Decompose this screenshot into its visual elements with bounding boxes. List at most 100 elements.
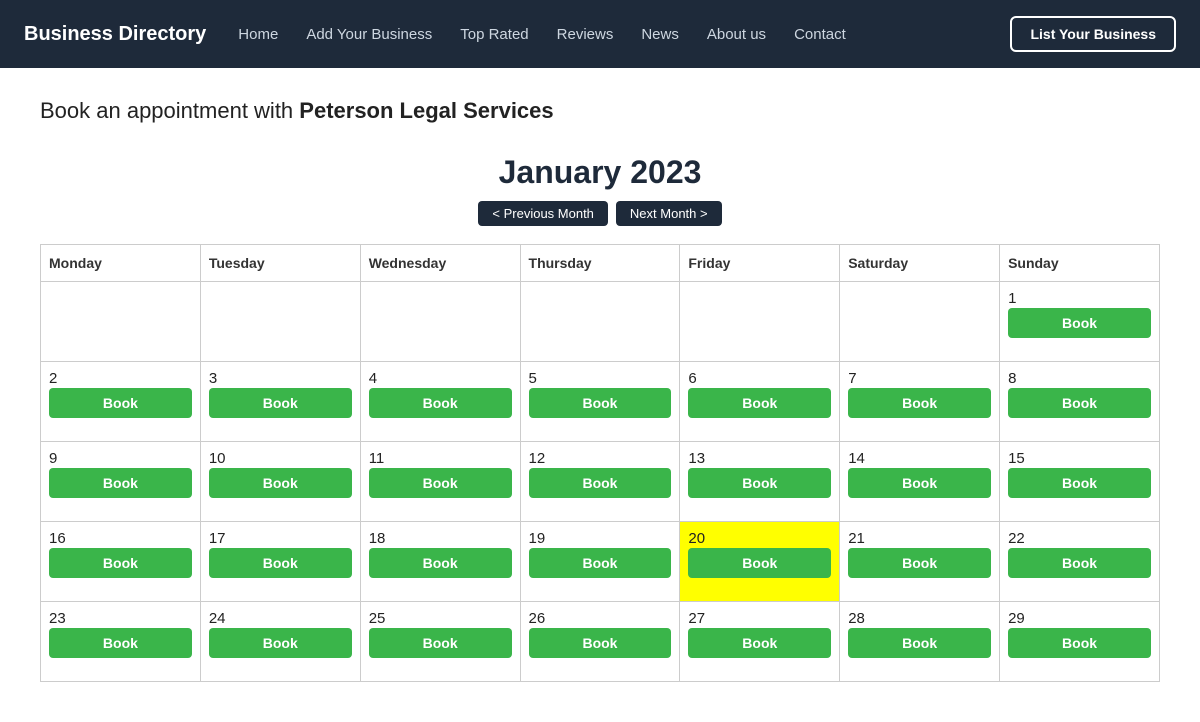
book-button-day-24[interactable]: Book: [209, 628, 352, 658]
book-button-day-22[interactable]: Book: [1008, 548, 1151, 578]
calendar-cell: 3Book: [200, 362, 360, 442]
cell-day-number: 25: [369, 610, 386, 627]
book-button-day-6[interactable]: Book: [688, 388, 831, 418]
book-button-day-3[interactable]: Book: [209, 388, 352, 418]
cell-day-number: 20: [688, 530, 705, 547]
cell-day-number: 9: [49, 450, 57, 467]
calendar-nav: < Previous Month Next Month >: [40, 201, 1160, 226]
calendar-cell: 20Book: [680, 522, 840, 602]
cell-day-number: 14: [848, 450, 865, 467]
calendar-cell: [360, 282, 520, 362]
calendar-cell: 15Book: [1000, 442, 1160, 522]
calendar-row-1: 2Book3Book4Book5Book6Book7Book8Book: [41, 362, 1160, 442]
calendar-cell: 28Book: [840, 602, 1000, 682]
next-month-button[interactable]: Next Month >: [616, 201, 722, 226]
book-button-day-18[interactable]: Book: [369, 548, 512, 578]
book-button-day-29[interactable]: Book: [1008, 628, 1151, 658]
nav-link-add-your-business[interactable]: Add Your Business: [306, 26, 432, 43]
calendar-row-2: 9Book10Book11Book12Book13Book14Book15Boo…: [41, 442, 1160, 522]
calendar-cell: 5Book: [520, 362, 680, 442]
cell-day-number: 17: [209, 530, 226, 547]
cell-day-number: 21: [848, 530, 865, 547]
book-button-day-19[interactable]: Book: [529, 548, 672, 578]
nav-links: Home Add Your Business Top Rated Reviews New…: [238, 26, 1010, 43]
calendar-cell: 21Book: [840, 522, 1000, 602]
cal-header-saturday: Saturday: [840, 245, 1000, 282]
book-button-day-25[interactable]: Book: [369, 628, 512, 658]
calendar-cell: 7Book: [840, 362, 1000, 442]
book-button-day-23[interactable]: Book: [49, 628, 192, 658]
calendar-cell: 22Book: [1000, 522, 1160, 602]
calendar-row-4: 23Book24Book25Book26Book27Book28Book29Bo…: [41, 602, 1160, 682]
book-button-day-9[interactable]: Book: [49, 468, 192, 498]
book-button-day-5[interactable]: Book: [529, 388, 672, 418]
prev-month-button[interactable]: < Previous Month: [478, 201, 608, 226]
calendar-cell: [680, 282, 840, 362]
calendar-cell: 13Book: [680, 442, 840, 522]
book-button-day-12[interactable]: Book: [529, 468, 672, 498]
calendar-cell: 10Book: [200, 442, 360, 522]
book-button-day-1[interactable]: Book: [1008, 308, 1151, 338]
cell-day-number: 7: [848, 370, 856, 387]
book-button-day-7[interactable]: Book: [848, 388, 991, 418]
cell-day-number: 3: [209, 370, 217, 387]
book-button-day-8[interactable]: Book: [1008, 388, 1151, 418]
calendar-header-row: MondayTuesdayWednesdayThursdayFridaySatu…: [41, 245, 1160, 282]
calendar-cell: 19Book: [520, 522, 680, 602]
cell-day-number: 18: [369, 530, 386, 547]
calendar-cell: 17Book: [200, 522, 360, 602]
cell-day-number: 8: [1008, 370, 1016, 387]
cell-day-number: 6: [688, 370, 696, 387]
cell-day-number: 2: [49, 370, 57, 387]
nav-link-contact[interactable]: Contact: [794, 26, 846, 43]
cal-header-monday: Monday: [41, 245, 201, 282]
calendar-cell: 4Book: [360, 362, 520, 442]
book-button-day-11[interactable]: Book: [369, 468, 512, 498]
book-button-day-28[interactable]: Book: [848, 628, 991, 658]
calendar-cell: [520, 282, 680, 362]
cell-day-number: 5: [529, 370, 537, 387]
cell-day-number: 15: [1008, 450, 1025, 467]
nav-link-top-rated[interactable]: Top Rated: [460, 26, 528, 43]
cal-header-thursday: Thursday: [520, 245, 680, 282]
calendar-cell: 24Book: [200, 602, 360, 682]
cell-day-number: 23: [49, 610, 66, 627]
nav-link-news[interactable]: News: [641, 26, 679, 43]
page-title: Book an appointment with Peterson Legal …: [40, 98, 1160, 124]
calendar-cell: [840, 282, 1000, 362]
book-button-day-21[interactable]: Book: [848, 548, 991, 578]
book-button-day-13[interactable]: Book: [688, 468, 831, 498]
book-button-day-2[interactable]: Book: [49, 388, 192, 418]
calendar-cell: 12Book: [520, 442, 680, 522]
cell-day-number: 11: [369, 450, 385, 467]
cell-day-number: 26: [529, 610, 546, 627]
book-button-day-16[interactable]: Book: [49, 548, 192, 578]
cal-header-sunday: Sunday: [1000, 245, 1160, 282]
book-button-day-26[interactable]: Book: [529, 628, 672, 658]
book-button-day-15[interactable]: Book: [1008, 468, 1151, 498]
book-button-day-20[interactable]: Book: [688, 548, 831, 578]
book-button-day-14[interactable]: Book: [848, 468, 991, 498]
cal-header-wednesday: Wednesday: [360, 245, 520, 282]
calendar-thead: MondayTuesdayWednesdayThursdayFridaySatu…: [41, 245, 1160, 282]
nav-link-home[interactable]: Home: [238, 26, 278, 43]
nav-link-reviews[interactable]: Reviews: [557, 26, 614, 43]
calendar-cell: 26Book: [520, 602, 680, 682]
book-button-day-17[interactable]: Book: [209, 548, 352, 578]
cell-day-number: 27: [688, 610, 705, 627]
page-content: Book an appointment with Peterson Legal …: [20, 68, 1180, 722]
book-button-day-4[interactable]: Book: [369, 388, 512, 418]
calendar-cell: 29Book: [1000, 602, 1160, 682]
cell-day-number: 22: [1008, 530, 1025, 547]
book-button-day-10[interactable]: Book: [209, 468, 352, 498]
calendar-cell: 23Book: [41, 602, 201, 682]
list-your-business-button[interactable]: List Your Business: [1010, 16, 1176, 52]
book-button-day-27[interactable]: Book: [688, 628, 831, 658]
calendar-cell: 25Book: [360, 602, 520, 682]
cal-header-tuesday: Tuesday: [200, 245, 360, 282]
calendar-cell: [200, 282, 360, 362]
cell-day-number: 1: [1008, 290, 1016, 307]
calendar-cell: 1Book: [1000, 282, 1160, 362]
nav-brand: Business Directory: [24, 23, 206, 46]
nav-link-about-us[interactable]: About us: [707, 26, 766, 43]
